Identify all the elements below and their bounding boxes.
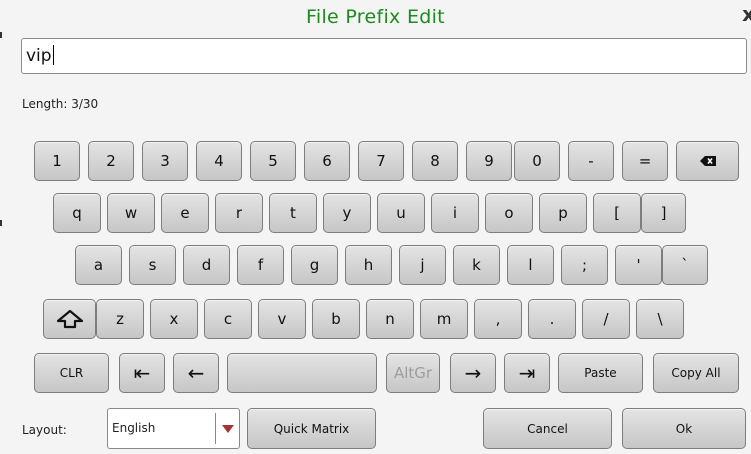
key-9[interactable]: 9 xyxy=(466,141,512,181)
key-f[interactable]: f xyxy=(237,245,284,285)
key-right-bracket[interactable]: ] xyxy=(641,193,686,233)
quick-matrix-button[interactable]: Quick Matrix xyxy=(247,408,376,449)
key-slash[interactable]: / xyxy=(582,299,630,339)
key-q[interactable]: q xyxy=(53,193,101,233)
select-divider xyxy=(215,413,216,444)
key-m[interactable]: m xyxy=(420,299,468,339)
frame-edge xyxy=(0,220,2,226)
backspace-button[interactable] xyxy=(676,141,739,181)
altgr-button[interactable]: AltGr xyxy=(386,353,440,393)
chevron-down-icon[interactable] xyxy=(222,425,234,433)
key-1[interactable]: 1 xyxy=(34,141,80,181)
key-equals[interactable]: = xyxy=(622,141,668,181)
key-d[interactable]: d xyxy=(183,245,230,285)
shift-icon xyxy=(56,309,83,329)
key-o[interactable]: o xyxy=(485,193,533,233)
cursor-left-button[interactable]: ← xyxy=(173,353,219,393)
key-c[interactable]: c xyxy=(204,299,252,339)
key-e[interactable]: e xyxy=(161,193,209,233)
key-8[interactable]: 8 xyxy=(412,141,458,181)
key-6[interactable]: 6 xyxy=(304,141,350,181)
key-l[interactable]: l xyxy=(507,245,554,285)
key-k[interactable]: k xyxy=(453,245,500,285)
key-3[interactable]: 3 xyxy=(142,141,188,181)
key-w[interactable]: w xyxy=(107,193,155,233)
key-backslash[interactable]: \ xyxy=(636,299,684,339)
key-r[interactable]: r xyxy=(215,193,263,233)
key-apostrophe[interactable]: ' xyxy=(615,245,662,285)
key-v[interactable]: v xyxy=(258,299,306,339)
text-caret xyxy=(52,45,54,65)
key-u[interactable]: u xyxy=(377,193,425,233)
key-p[interactable]: p xyxy=(539,193,587,233)
close-icon[interactable]: x xyxy=(742,2,751,26)
file-prefix-input[interactable]: vip xyxy=(21,38,747,74)
layout-label: Layout: xyxy=(22,423,67,437)
key-minus[interactable]: - xyxy=(568,141,614,181)
cancel-button[interactable]: Cancel xyxy=(483,408,612,449)
home-button[interactable]: ⇤ xyxy=(119,353,165,393)
key-left-bracket[interactable]: [ xyxy=(593,193,641,233)
space-bar[interactable] xyxy=(227,353,377,393)
layout-select[interactable]: English xyxy=(107,408,240,449)
key-s[interactable]: s xyxy=(129,245,176,285)
frame-edge xyxy=(0,32,2,38)
end-button[interactable]: ⇥ xyxy=(504,353,550,393)
ok-button[interactable]: Ok xyxy=(622,408,746,449)
backspace-icon xyxy=(699,156,716,166)
layout-select-value: English xyxy=(112,421,156,435)
key-b[interactable]: b xyxy=(312,299,360,339)
key-0[interactable]: 0 xyxy=(514,141,560,181)
shift-button[interactable] xyxy=(43,299,96,339)
key-7[interactable]: 7 xyxy=(358,141,404,181)
key-i[interactable]: i xyxy=(431,193,479,233)
clear-button[interactable]: CLR xyxy=(34,353,109,393)
length-counter: Length: 3/30 xyxy=(22,97,99,111)
key-y[interactable]: y xyxy=(323,193,371,233)
key-n[interactable]: n xyxy=(366,299,414,339)
key-backtick[interactable]: ` xyxy=(662,245,708,285)
key-semicolon[interactable]: ; xyxy=(561,245,608,285)
copy-all-button[interactable]: Copy All xyxy=(653,353,739,393)
key-5[interactable]: 5 xyxy=(250,141,296,181)
input-value: vip xyxy=(26,46,52,66)
paste-button[interactable]: Paste xyxy=(558,353,643,393)
key-4[interactable]: 4 xyxy=(196,141,242,181)
key-x[interactable]: x xyxy=(150,299,198,339)
key-comma[interactable]: , xyxy=(474,299,522,339)
key-t[interactable]: t xyxy=(269,193,317,233)
cursor-right-button[interactable]: → xyxy=(450,353,496,393)
key-z[interactable]: z xyxy=(96,299,144,339)
dialog-title: File Prefix Edit xyxy=(306,6,445,28)
key-a[interactable]: a xyxy=(75,245,122,285)
key-g[interactable]: g xyxy=(291,245,338,285)
key-2[interactable]: 2 xyxy=(88,141,134,181)
key-h[interactable]: h xyxy=(345,245,392,285)
key-period[interactable]: . xyxy=(528,299,576,339)
key-j[interactable]: j xyxy=(399,245,446,285)
